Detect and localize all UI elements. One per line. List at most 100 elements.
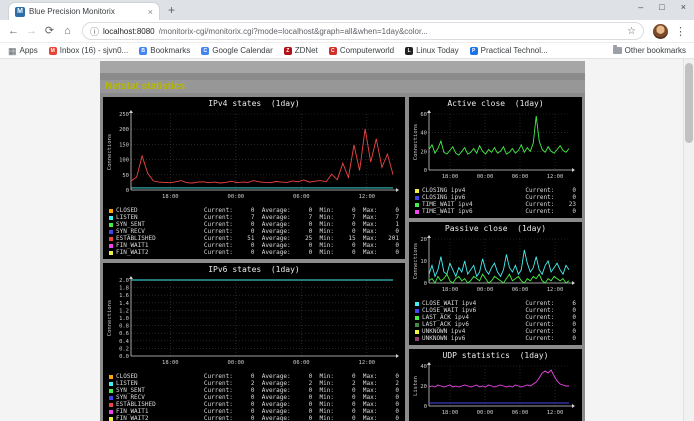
svg-text:Connections: Connections: [107, 300, 113, 336]
computerworld-icon: C: [329, 47, 337, 55]
chart-canvas: 0.00.20.40.60.81.01.21.41.61.82.018:0000…: [105, 275, 403, 367]
home-button-icon[interactable]: ⌂: [59, 21, 76, 41]
legend-color-swatch: [109, 251, 113, 255]
tab-close-icon[interactable]: ×: [146, 7, 153, 17]
legend-color-swatch: [109, 389, 113, 393]
legend-color-swatch: [109, 417, 113, 421]
browser-menu-icon[interactable]: ⋮: [672, 25, 689, 38]
url-host: localhost:8080: [103, 27, 155, 36]
bookmark-item[interactable]: LLinux Today: [405, 46, 459, 55]
legend-color-swatch: [415, 323, 419, 327]
minimize-button[interactable]: –: [638, 2, 643, 12]
chart-title: IPv4 states (1day): [105, 99, 403, 109]
svg-text:1.6: 1.6: [119, 293, 129, 299]
chart-active-close[interactable]: Active close (1day) 020406018:0000:0006:…: [409, 97, 582, 218]
scrollbar-thumb[interactable]: [685, 63, 693, 143]
legend-row: CLOSING ipv4Current: 0: [411, 187, 580, 194]
chart-title: UDP statistics (1day): [411, 351, 580, 361]
legend-color-swatch: [415, 196, 419, 200]
legend-values: Current: 0 Average: 0 Min: 0 Max: 0: [204, 394, 403, 401]
bookmark-item[interactable]: CComputerworld: [329, 46, 394, 55]
chart-title: Active close (1day): [411, 99, 580, 109]
legend-label: ESTABLISHED: [116, 401, 188, 408]
globe-icon: P: [470, 47, 478, 55]
monitorix-favicon-icon: M: [15, 7, 25, 17]
reload-button-icon[interactable]: ⟳: [41, 21, 58, 41]
svg-text:06:00: 06:00: [512, 287, 529, 293]
legend-label: CLOSE_WAIT ipv4: [422, 300, 486, 307]
svg-text:12:00: 12:00: [359, 194, 376, 200]
close-button[interactable]: ×: [681, 2, 686, 12]
gmail-m-icon: M: [49, 47, 57, 55]
bookmark-item[interactable]: BBookmarks: [139, 46, 190, 55]
legend-row: LISTEN Current: 7 Average: 7 Min: 7 Max: …: [105, 214, 403, 221]
legend-row: CLOSING ipv6Current: 0: [411, 194, 580, 201]
svg-text:0: 0: [126, 188, 129, 194]
legend-row: TIME_WAIT ipv6Current: 0: [411, 208, 580, 215]
bookmark-item[interactable]: CGoogle Calendar: [201, 46, 272, 55]
svg-text:18:00: 18:00: [442, 174, 459, 180]
browser-tab[interactable]: M Blue Precision Monitorix ×: [8, 2, 160, 20]
bookmark-item[interactable]: MInbox (16) - sjvn0...: [49, 46, 128, 55]
legend-color-swatch: [415, 189, 419, 193]
profile-avatar[interactable]: [653, 24, 668, 39]
other-bookmarks-button[interactable]: Other bookmarks: [613, 46, 686, 55]
svg-text:40: 40: [420, 131, 427, 137]
forward-button-icon[interactable]: →: [23, 21, 40, 41]
bookmark-item[interactable]: ZZDNet: [284, 46, 318, 55]
svg-text:20: 20: [420, 384, 427, 390]
legend-values: Current: 0: [525, 208, 580, 215]
chart-ipv4-states[interactable]: IPv4 states (1day) 05010015020025018:000…: [103, 97, 405, 259]
legend-values: Current: 0 Average: 0 Min: 0 Max: 1: [204, 221, 403, 228]
legend-label: UNKNOWN ipv4: [422, 328, 486, 335]
bookmark-item[interactable]: PPractical Technol...: [470, 46, 548, 55]
legend-values: Current: 0 Average: 0 Min: 0 Max: 0: [204, 228, 403, 235]
svg-text:0: 0: [424, 404, 427, 410]
legend-row: FIN_WAIT2Current: 0 Average: 0 Min: 0 Ma…: [105, 415, 403, 421]
legend-values: Current: 0: [525, 335, 580, 342]
legend-label: LISTEN: [116, 214, 188, 221]
bookmark-star-icon[interactable]: ☆: [627, 26, 636, 37]
window-controls: – □ ×: [638, 2, 686, 12]
bookmark-label: ZDNet: [295, 46, 318, 55]
chart-canvas: 020406018:0000:0006:0012:00Connections: [411, 109, 579, 181]
legend-row: CLOSEDCurrent: 0 Average: 0 Min: 0 Max: …: [105, 207, 403, 214]
calendar-icon: C: [201, 47, 209, 55]
bookmark-label: Bookmarks: [150, 46, 190, 55]
legend-row: LISTENCurrent: 2 Average: 2 Min: 2 Max: …: [105, 380, 403, 387]
charts-grid: IPv4 states (1day) 05010015020025018:000…: [100, 97, 585, 421]
legend-row: CLOSE_WAIT ipv6Current: 0: [411, 307, 580, 314]
bookmark-item[interactable]: ▦Apps: [8, 46, 38, 55]
legend-color-swatch: [109, 410, 113, 414]
chart-passive-close[interactable]: Passive close (1day) 0102018:0000:0006:0…: [409, 222, 582, 345]
legend-label: FIN_WAIT2: [116, 415, 188, 421]
svg-text:1.8: 1.8: [119, 286, 129, 292]
legend-values: Current: 6: [525, 300, 580, 307]
address-bar[interactable]: ⓘ localhost:8080 /monitorix-cgi/monitori…: [82, 22, 644, 40]
legend-values: Current: 0: [525, 328, 580, 335]
legend-row: LAST_ACK ipv6Current: 0: [411, 321, 580, 328]
chart-legend: CLOSING ipv4Current: 0CLOSING ipv6Curren…: [411, 187, 580, 215]
svg-text:18:00: 18:00: [162, 360, 179, 366]
page-viewport: Netstat statistics IPv4 states (1day) 05…: [0, 59, 694, 421]
page-scrollbar[interactable]: [683, 59, 694, 421]
back-button-icon[interactable]: ←: [5, 21, 22, 41]
legend-color-swatch: [415, 337, 419, 341]
chart-title: Passive close (1day): [411, 224, 580, 234]
legend-color-swatch: [109, 237, 113, 241]
legend-values: Current: 7 Average: 7 Min: 7 Max: 7: [204, 214, 403, 221]
legend-color-swatch: [109, 403, 113, 407]
svg-text:12:00: 12:00: [359, 360, 376, 366]
chart-ipv6-states[interactable]: IPv6 states (1day) 0.00.20.40.60.81.01.2…: [103, 263, 405, 421]
svg-text:0: 0: [424, 168, 427, 174]
legend-row: TIME_WAIT ipv4Current: 23: [411, 201, 580, 208]
legend-row: CLOSEDCurrent: 0 Average: 0 Min: 0 Max: …: [105, 373, 403, 380]
page-info-icon[interactable]: ⓘ: [90, 25, 99, 38]
legend-values: Current: 0: [525, 307, 580, 314]
chart-udp-statistics[interactable]: UDP statistics (1day) 0204018:0000:0006:…: [409, 349, 582, 421]
new-tab-button[interactable]: +: [168, 1, 175, 19]
maximize-button[interactable]: □: [659, 2, 664, 12]
screenshot-root: { "browser": { "window_controls": {"mini…: [0, 0, 694, 421]
svg-text:60: 60: [420, 112, 427, 118]
svg-text:Connections: Connections: [413, 243, 419, 279]
